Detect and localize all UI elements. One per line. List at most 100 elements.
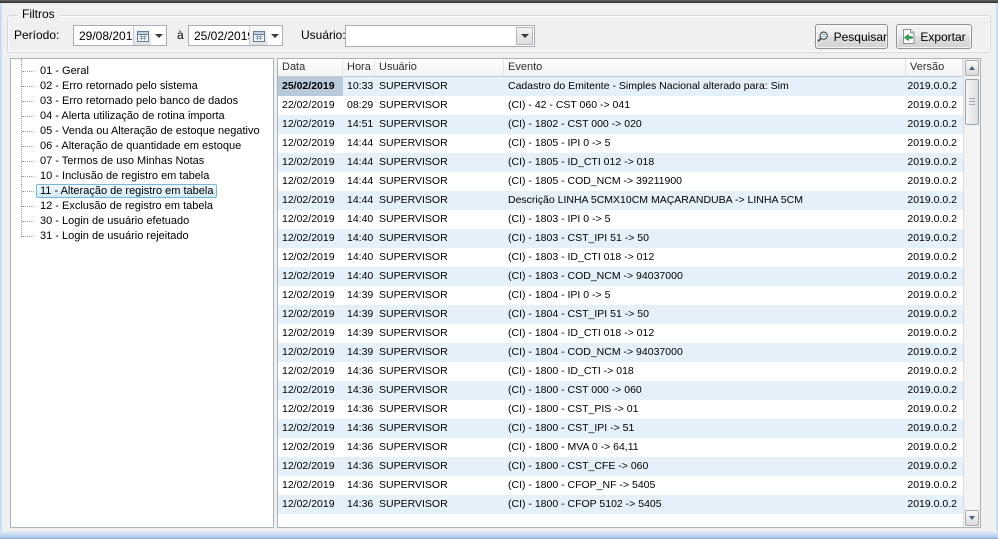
column-header[interactable]: Usuário [375, 59, 504, 76]
table-row[interactable]: 12/02/201914:36SUPERVISOR(CI) - 1800 - C… [278, 457, 963, 476]
user-dropdown-icon[interactable] [516, 27, 533, 45]
tree-item[interactable]: 06 - Alteração de quantidade em estoque [11, 139, 273, 154]
tree-item-label[interactable]: 12 - Exclusão de registro em tabela [36, 199, 217, 213]
grid-cell[interactable]: 2019.0.0.2 [906, 362, 963, 381]
grid-cell[interactable]: 2019.0.0.2 [906, 324, 963, 343]
date-from-dropdown-icon[interactable] [151, 26, 166, 45]
calendar-icon[interactable] [249, 26, 267, 45]
table-row[interactable]: 22/02/201908:29SUPERVISOR(CI) - 42 - CST… [278, 96, 963, 115]
grid-cell[interactable]: (CI) - 1800 - CST_CFE -> 060 [504, 457, 906, 476]
grid-cell[interactable]: SUPERVISOR [375, 115, 504, 134]
table-row[interactable]: 12/02/201914:39SUPERVISOR(CI) - 1804 - C… [278, 343, 963, 362]
grid-cell[interactable]: 12/02/2019 [278, 115, 343, 134]
tree-item-label[interactable]: 06 - Alteração de quantidade em estoque [36, 139, 245, 153]
grid-cell[interactable]: 2019.0.0.2 [906, 457, 963, 476]
table-row[interactable]: 12/02/201914:39SUPERVISOR(CI) - 1804 - C… [278, 305, 963, 324]
grid-cell[interactable]: 12/02/2019 [278, 305, 343, 324]
tree-item-label[interactable]: 10 - Inclusão de registro em tabela [36, 169, 213, 183]
table-row[interactable]: 12/02/201914:40SUPERVISOR(CI) - 1803 - I… [278, 248, 963, 267]
tree-item[interactable]: 03 - Erro retornado pelo banco de dados [11, 94, 273, 109]
grid-cell[interactable]: (CI) - 1800 - MVA 0 -> 64,11 [504, 438, 906, 457]
table-row[interactable]: 12/02/201914:36SUPERVISOR(CI) - 1800 - C… [278, 419, 963, 438]
tree-item-label[interactable]: 04 - Alerta utilização de rotina importa [36, 109, 229, 123]
grid-cell[interactable]: 12/02/2019 [278, 172, 343, 191]
table-row[interactable]: 12/02/201914:39SUPERVISOR(CI) - 1804 - I… [278, 286, 963, 305]
grid-cell[interactable]: 12/02/2019 [278, 267, 343, 286]
grid-cell[interactable]: SUPERVISOR [375, 267, 504, 286]
grid-cell[interactable]: SUPERVISOR [375, 324, 504, 343]
grid-cell[interactable]: 12/02/2019 [278, 134, 343, 153]
grid-cell[interactable]: 2019.0.0.2 [906, 476, 963, 495]
grid-cell[interactable]: 12/02/2019 [278, 229, 343, 248]
grid-cell[interactable]: 2019.0.0.2 [906, 248, 963, 267]
grid-cell[interactable]: SUPERVISOR [375, 438, 504, 457]
grid-cell[interactable]: (CI) - 1804 - ID_CTI 018 -> 012 [504, 324, 906, 343]
grid-cell[interactable]: 08:29 [343, 96, 375, 115]
grid-cell[interactable]: (CI) - 1800 - CST 000 -> 060 [504, 381, 906, 400]
grid-cell[interactable]: (CI) - 1802 - CST 000 -> 020 [504, 115, 906, 134]
column-header[interactable]: Data [278, 59, 343, 76]
grid-cell[interactable]: 12/02/2019 [278, 343, 343, 362]
grid-cell[interactable]: (CI) - 1803 - IPI 0 -> 5 [504, 210, 906, 229]
grid-cell[interactable]: 12/02/2019 [278, 438, 343, 457]
tree-item-label[interactable]: 30 - Login de usuário efetuado [36, 214, 193, 228]
grid-cell[interactable]: 12/02/2019 [278, 248, 343, 267]
grid-cell[interactable]: 14:40 [343, 229, 375, 248]
column-header[interactable]: Evento [504, 59, 906, 76]
grid-cell[interactable]: 2019.0.0.2 [906, 115, 963, 134]
tree-item[interactable]: 10 - Inclusão de registro em tabela [11, 169, 273, 184]
grid-cell[interactable]: 14:40 [343, 248, 375, 267]
grid-cell[interactable]: (CI) - 1800 - CFOP 5102 -> 5405 [504, 495, 906, 514]
grid-cell[interactable]: 14:36 [343, 438, 375, 457]
grid-cell[interactable]: SUPERVISOR [375, 210, 504, 229]
grid-cell[interactable]: 25/02/2019 [278, 77, 343, 96]
grid-cell[interactable]: SUPERVISOR [375, 343, 504, 362]
grid-cell[interactable]: 2019.0.0.2 [906, 172, 963, 191]
grid-cell[interactable]: SUPERVISOR [375, 134, 504, 153]
user-input[interactable] [348, 27, 514, 45]
grid-cell[interactable]: 2019.0.0.2 [906, 153, 963, 172]
grid-cell[interactable]: 2019.0.0.2 [906, 96, 963, 115]
table-row[interactable]: 12/02/201914:36SUPERVISOR(CI) - 1800 - C… [278, 400, 963, 419]
tree-item[interactable]: 12 - Exclusão de registro em tabela [11, 199, 273, 214]
tree-item[interactable]: 31 - Login de usuário rejeitado [11, 229, 273, 244]
grid-cell[interactable]: 14:44 [343, 191, 375, 210]
grid-cell[interactable]: (CI) - 1805 - ID_CTI 012 -> 018 [504, 153, 906, 172]
grid-cell[interactable]: (CI) - 1800 - CST_IPI -> 51 [504, 419, 906, 438]
table-row[interactable]: 12/02/201914:39SUPERVISOR(CI) - 1804 - I… [278, 324, 963, 343]
tree-item-label[interactable]: 01 - Geral [36, 64, 93, 78]
grid-cell[interactable]: 14:44 [343, 153, 375, 172]
tree-item[interactable]: 01 - Geral [11, 64, 273, 79]
grid-cell[interactable]: 14:39 [343, 324, 375, 343]
table-row[interactable]: 12/02/201914:36SUPERVISOR(CI) - 1800 - M… [278, 438, 963, 457]
grid-cell[interactable]: 12/02/2019 [278, 419, 343, 438]
tree-item-label[interactable]: 31 - Login de usuário rejeitado [36, 229, 193, 243]
grid-cell[interactable]: 14:36 [343, 476, 375, 495]
grid-cell[interactable]: 2019.0.0.2 [906, 286, 963, 305]
vertical-scrollbar[interactable] [963, 59, 980, 527]
tree-item[interactable]: 30 - Login de usuário efetuado [11, 214, 273, 229]
grid-cell[interactable]: 14:39 [343, 286, 375, 305]
scroll-up-button[interactable] [965, 60, 979, 76]
grid-cell[interactable]: Cadastro do Emitente - Simples Nacional … [504, 77, 906, 96]
tree-item-label[interactable]: 02 - Erro retornado pelo sistema [36, 79, 202, 93]
grid-cell[interactable]: 2019.0.0.2 [906, 229, 963, 248]
grid-cell[interactable]: 2019.0.0.2 [906, 438, 963, 457]
table-row[interactable]: 12/02/201914:51SUPERVISOR(CI) - 1802 - C… [278, 115, 963, 134]
grid-cell[interactable]: SUPERVISOR [375, 381, 504, 400]
grid-cell[interactable]: (CI) - 1800 - CST_PIS -> 01 [504, 400, 906, 419]
grid-cell[interactable]: 2019.0.0.2 [906, 77, 963, 96]
grid-cell[interactable]: 2019.0.0.2 [906, 495, 963, 514]
grid-cell[interactable]: 12/02/2019 [278, 362, 343, 381]
grid-cell[interactable]: 12/02/2019 [278, 324, 343, 343]
table-row[interactable]: 12/02/201914:36SUPERVISOR(CI) - 1800 - C… [278, 476, 963, 495]
tree-item[interactable]: 02 - Erro retornado pelo sistema [11, 79, 273, 94]
table-row[interactable]: 12/02/201914:44SUPERVISOR(CI) - 1805 - C… [278, 172, 963, 191]
tree-item-label[interactable]: 03 - Erro retornado pelo banco de dados [36, 94, 242, 108]
grid-cell[interactable]: 12/02/2019 [278, 476, 343, 495]
user-combobox[interactable] [345, 25, 535, 47]
tree-item[interactable]: 11 - Alteração de registro em tabela [11, 184, 273, 199]
tree-item-label[interactable]: 11 - Alteração de registro em tabela [36, 184, 217, 198]
export-button[interactable]: Exportar [896, 24, 972, 49]
grid-cell[interactable]: (CI) - 1803 - COD_NCM -> 94037000 [504, 267, 906, 286]
